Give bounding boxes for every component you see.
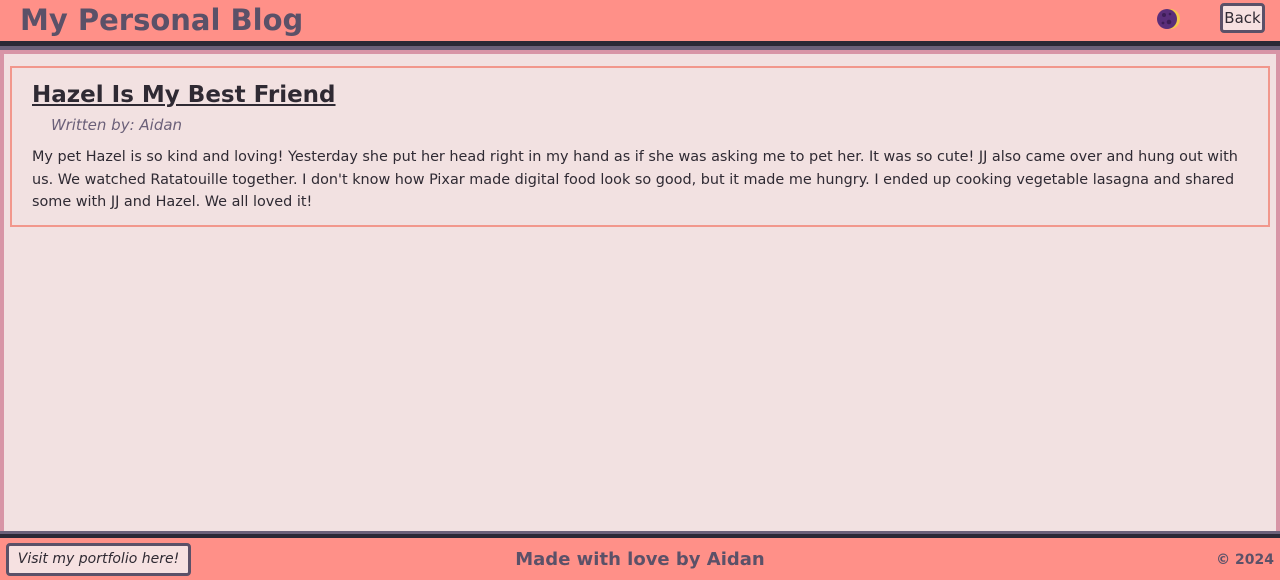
site-footer: Visit my portfolio here! Made with love …	[0, 538, 1280, 580]
post-title: Hazel Is My Best Friend	[32, 82, 336, 108]
header-divider-accent	[0, 46, 1280, 50]
main-content: Hazel Is My Best Friend Written by: Aida…	[4, 54, 1276, 531]
back-button[interactable]: Back	[1220, 3, 1265, 33]
copyright-text: © 2024	[1216, 552, 1274, 568]
portfolio-link-button[interactable]: Visit my portfolio here!	[6, 543, 191, 576]
blog-post-card: Hazel Is My Best Friend Written by: Aida…	[10, 66, 1270, 227]
footer-credit: Made with love by Aidan	[515, 549, 765, 570]
post-body: My pet Hazel is so kind and loving! Yest…	[32, 149, 1238, 210]
site-header: My Personal Blog Back	[0, 0, 1280, 41]
post-author: Written by: Aidan	[51, 116, 183, 134]
moon-icon[interactable]	[1156, 7, 1182, 31]
site-title: My Personal Blog	[20, 3, 304, 37]
